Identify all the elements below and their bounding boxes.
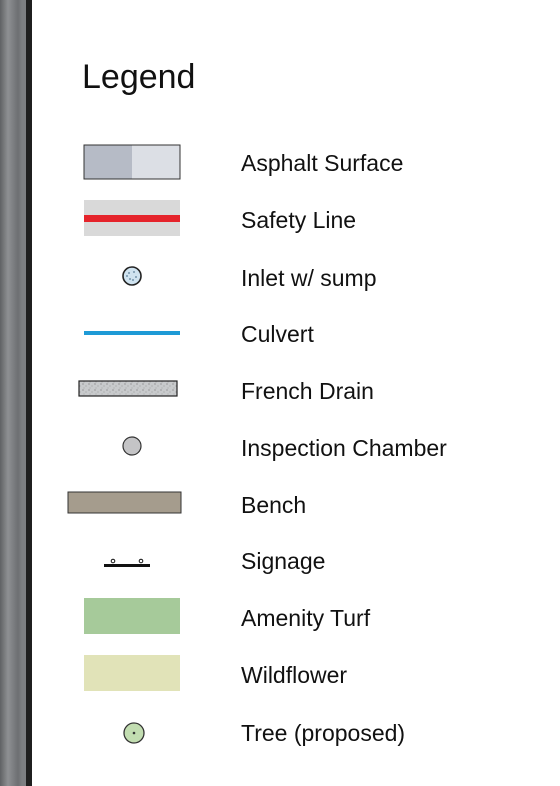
- bench-swatch: [52, 485, 196, 525]
- legend-item-wildflower: Wildflower: [32, 655, 560, 695]
- legend-item-tree-proposed: Tree (proposed): [32, 713, 560, 753]
- culvert-line-swatch: [52, 314, 196, 354]
- legend-item-asphalt-surface: Asphalt Surface: [32, 143, 560, 183]
- legend-item-inlet-sump: Inlet w/ sump: [32, 258, 560, 298]
- legend-item-safety-line: Safety Line: [32, 200, 560, 240]
- asphalt-swatch: [52, 143, 196, 183]
- legend-title: Legend: [82, 58, 196, 96]
- legend-item-bench: Bench: [32, 485, 560, 525]
- legend-label: Safety Line: [241, 207, 357, 233]
- legend-label: French Drain: [241, 378, 374, 404]
- legend-label: Amenity Turf: [241, 605, 371, 631]
- safety-line-swatch: [52, 200, 196, 240]
- wildflower-swatch: [52, 655, 196, 695]
- signage-icon: [52, 541, 196, 581]
- legend-label: Culvert: [241, 321, 314, 347]
- legend-item-inspection-chamber: Inspection Chamber: [32, 428, 560, 468]
- legend-label: Tree (proposed): [241, 720, 406, 746]
- legend-item-culvert: Culvert: [32, 314, 560, 354]
- legend-label: Inspection Chamber: [241, 435, 447, 461]
- legend-item-signage: Signage: [32, 541, 560, 581]
- inlet-sump-icon: [52, 258, 196, 298]
- inspection-chamber-icon: [52, 428, 196, 468]
- legend-label: Wildflower: [241, 662, 348, 688]
- legend-item-french-drain: French Drain: [32, 371, 560, 411]
- legend-panel: Legend Asphalt Surface Safety Line Inlet…: [26, 0, 560, 786]
- legend-item-amenity-turf: Amenity Turf: [32, 598, 560, 638]
- amenity-turf-swatch: [52, 598, 196, 638]
- legend-label: Signage: [241, 548, 326, 574]
- tree-proposed-icon: [52, 713, 196, 753]
- legend-label: Bench: [241, 492, 307, 518]
- legend-label: Asphalt Surface: [241, 150, 404, 176]
- french-drain-swatch: [52, 371, 196, 411]
- legend-label: Inlet w/ sump: [241, 265, 377, 291]
